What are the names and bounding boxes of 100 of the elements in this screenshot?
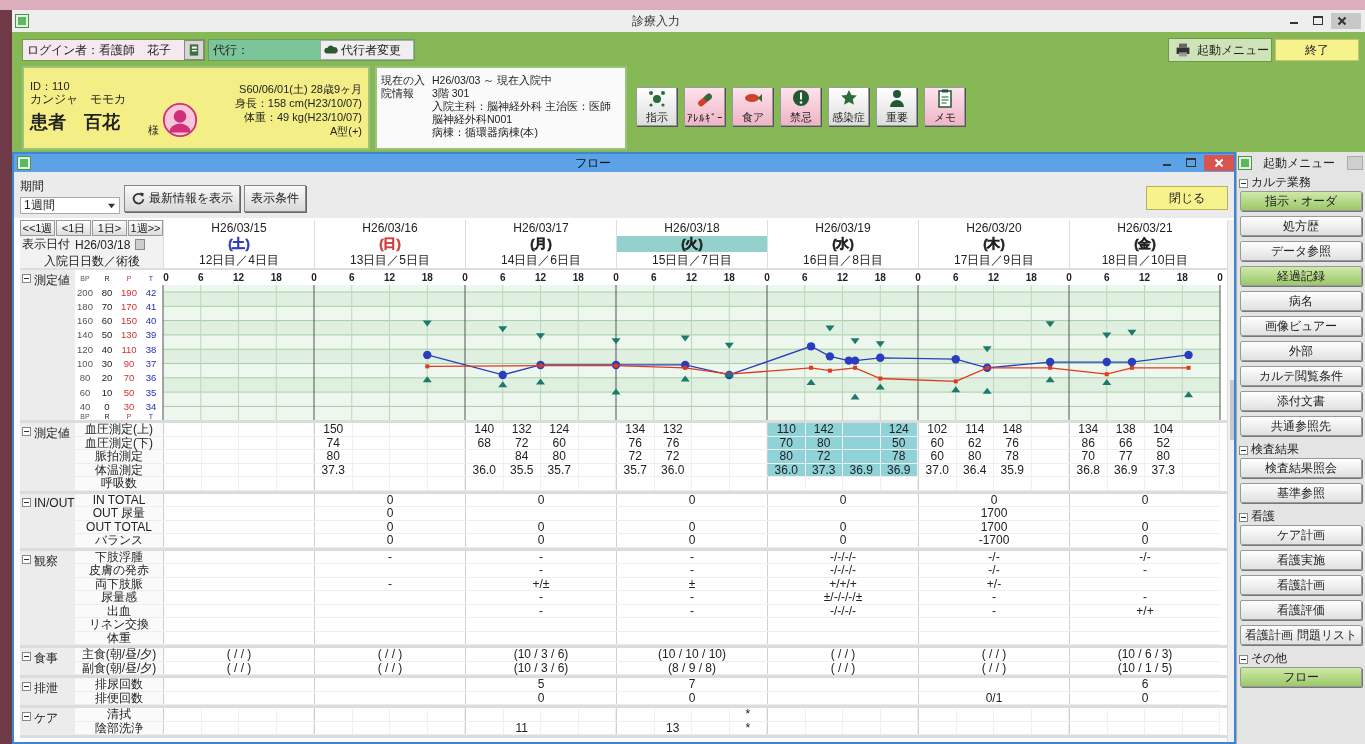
table-cell-text: -	[538, 550, 544, 563]
table-cell-text: 0	[385, 534, 395, 547]
table-cell: 36.0	[654, 463, 692, 476]
group-label: その他	[1251, 649, 1287, 667]
day-count: 18日目／10日目	[1100, 252, 1190, 268]
axis-label: 36	[145, 372, 157, 384]
hour-label: 18	[1025, 272, 1037, 283]
table-cell: 124	[541, 423, 579, 436]
table-cell-text: -/-/-/-	[829, 604, 857, 617]
field-label: 表示日付	[22, 236, 70, 253]
table-cell-text: -	[689, 591, 695, 604]
table-cell: 140	[466, 423, 504, 436]
hour-label: 18	[723, 272, 735, 283]
table-cell: 76	[654, 436, 692, 449]
table-cell: *	[729, 708, 767, 721]
axis-label: 40	[101, 343, 113, 355]
table-cell-text: -/-/-/-	[829, 564, 857, 577]
table-cell: 70	[1070, 450, 1108, 463]
axis-label: 30	[101, 358, 113, 369]
day-count: 17日目／9日目	[953, 252, 1035, 268]
axis-label: 200	[77, 286, 93, 298]
section-label: IN/OUT	[34, 495, 75, 510]
table-cell-text: +/±	[531, 577, 551, 590]
hour-label: 18	[572, 272, 584, 283]
table-cell-text: 0	[385, 493, 395, 506]
table-cell: 60	[919, 450, 957, 463]
table-cell: 52	[1145, 436, 1183, 449]
weekday-label: (水)	[831, 236, 855, 251]
table-cell-text: -	[689, 550, 695, 563]
axis-label: 80	[101, 286, 113, 298]
hour-label: 18	[421, 272, 433, 283]
table-cell-text: 0	[838, 534, 848, 547]
table-cell-text: 0	[385, 520, 395, 533]
table-cell: *	[729, 721, 767, 734]
table-cell-text: -	[1142, 591, 1148, 604]
section-label: 測定値	[34, 272, 70, 289]
table-cell-text: ( / / )	[980, 661, 1008, 674]
table-cell-text: 0/1	[984, 691, 1004, 704]
axis-label: 0	[104, 400, 110, 412]
admission-detail: 入院主科：脳神経外科 主治医：医師脳神経外科N001	[432, 100, 612, 126]
table-cell: 72	[503, 436, 541, 449]
axis-label: 140	[77, 329, 93, 341]
table-cell: 35.9	[994, 463, 1032, 476]
table-cell: 72	[805, 450, 843, 463]
table-cell: 78	[994, 450, 1032, 463]
axis-label: 34	[145, 400, 157, 412]
table-cell-text: 0	[385, 507, 395, 520]
table-cell-text: -	[538, 591, 544, 604]
table-cell-text: 6	[1140, 678, 1150, 691]
table-cell-text: -	[689, 604, 695, 617]
hour-label: 6	[348, 272, 355, 283]
section-label: 観察	[34, 552, 58, 570]
table-cell-text: ( / / )	[829, 648, 857, 661]
table-cell-text: 0	[687, 493, 697, 506]
table-cell-text: 1700	[979, 520, 1009, 533]
axis-label: 40	[79, 400, 91, 412]
row-label: 排尿回数	[75, 678, 163, 691]
axis-label: 18	[270, 272, 282, 283]
section-label: ケア	[34, 710, 58, 727]
weekday-label: (月)	[529, 236, 553, 251]
axis-label: 90	[123, 358, 135, 369]
axis-label: 37	[145, 358, 157, 369]
patient-detail: A型(+)	[329, 124, 362, 138]
axis-label: 39	[145, 329, 157, 341]
table-cell-text: 0	[687, 520, 697, 533]
table-cell-text: -	[991, 604, 997, 617]
group-label: カルテ業務	[1251, 173, 1311, 191]
row-label: 入院日日数／術後	[43, 253, 140, 270]
day-count: 14日目／6日目	[500, 252, 582, 268]
table-cell: 80	[541, 450, 579, 463]
table-cell: 36.4	[956, 463, 994, 476]
hour-label: 12	[1138, 272, 1151, 283]
row-label: バランス	[75, 534, 163, 547]
table-cell-text: -	[387, 550, 393, 563]
axis-label: 180	[77, 300, 93, 312]
table-cell: 74	[315, 436, 353, 449]
table-cell: 35.7	[541, 463, 579, 476]
axis-label: 42	[145, 286, 157, 298]
table-cell: 76	[617, 436, 655, 449]
table-cell-text: ( / / )	[376, 648, 404, 661]
hour-label: 6	[499, 272, 506, 283]
table-cell: 66	[1107, 436, 1145, 449]
axis-label: 6	[197, 272, 204, 283]
table-cell: 150	[315, 423, 353, 436]
table-cell: 142	[805, 423, 843, 436]
day-count: 13日目／5日目	[349, 252, 431, 268]
table-cell-text: +/+	[1135, 604, 1155, 617]
admission-detail: 病棟：循環器病棟(本)	[432, 126, 539, 139]
axis-label: 110	[121, 343, 137, 355]
table-cell-text: -/-	[1138, 550, 1152, 563]
day-count: 12日目／4日目	[198, 252, 280, 268]
table-cell-text: 0	[687, 534, 697, 547]
hour-label: 6	[1103, 272, 1110, 283]
table-cell: 102	[919, 423, 957, 436]
hour-label: 0	[462, 272, 468, 283]
axis-label: 38	[145, 343, 157, 355]
table-cell: 110	[768, 423, 806, 436]
axis-label: 70	[123, 372, 135, 384]
axis-label: 170	[121, 300, 137, 312]
table-cell: 80	[768, 450, 806, 463]
